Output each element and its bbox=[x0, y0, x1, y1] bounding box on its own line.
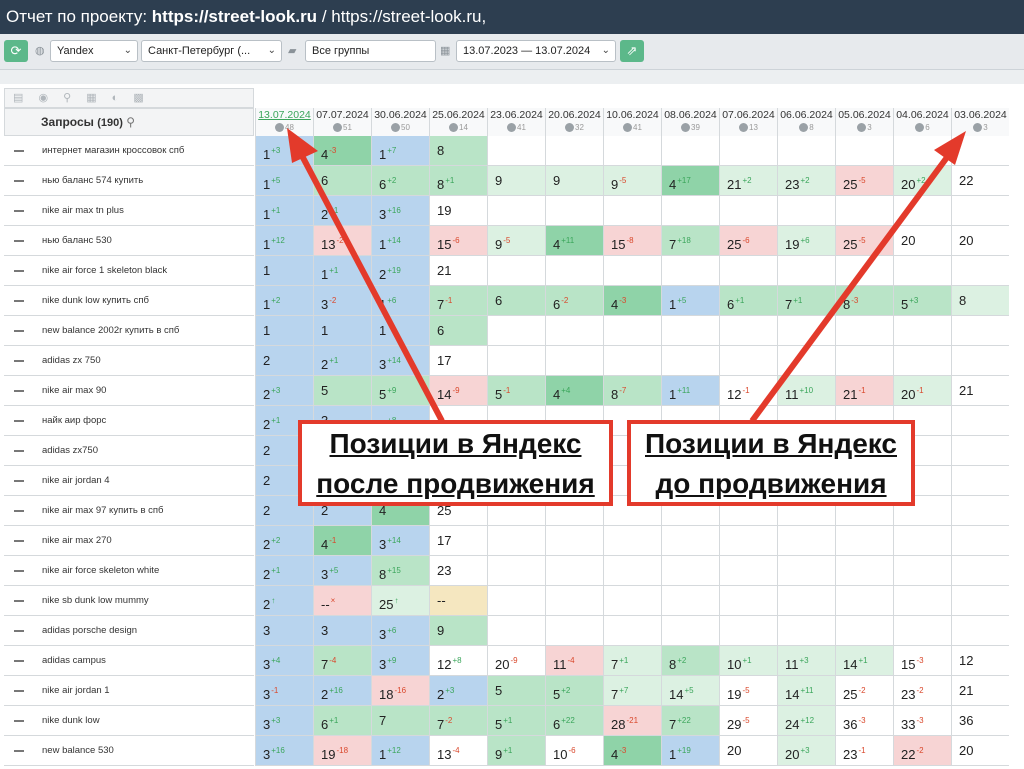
annotation-after: Позиции в Яндекс после продвижения bbox=[298, 420, 613, 506]
arrow-after-shaft bbox=[297, 150, 445, 423]
annotation-before: Позиции в Яндекс до продвижения bbox=[627, 420, 915, 506]
annotation-before-line2: до продвижения bbox=[655, 468, 887, 499]
report-screen: Отчет по проекту: https://street-look.ru… bbox=[0, 0, 1024, 769]
annotation-after-line1: Позиции в Яндекс bbox=[329, 428, 582, 459]
arrow-after-head bbox=[287, 128, 318, 163]
arrow-before-head bbox=[934, 131, 966, 165]
annotation-after-line2: после продвижения bbox=[316, 468, 595, 499]
annotation-arrows bbox=[287, 128, 966, 423]
arrow-before-shaft bbox=[749, 154, 951, 423]
annotation-before-line1: Позиции в Яндекс bbox=[645, 428, 897, 459]
